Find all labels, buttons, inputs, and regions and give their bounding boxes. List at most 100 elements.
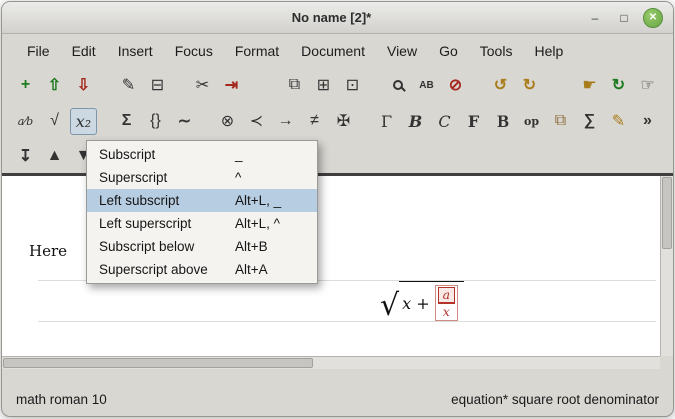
keyboard-pointer-button[interactable]: ☞ <box>634 72 661 99</box>
new-document-button[interactable]: + <box>12 72 39 99</box>
radicand: x + a x <box>399 281 464 321</box>
menu-item-subscript[interactable]: Subscript _ <box>87 143 317 166</box>
square-root-button[interactable]: √ <box>41 108 68 135</box>
menu-help[interactable]: Help <box>523 38 574 64</box>
menu-item-label: Left superscript <box>99 216 235 231</box>
fraction-numerator: a <box>438 287 455 303</box>
equation-row: √ x + a x <box>38 280 656 322</box>
menu-format[interactable]: Format <box>224 38 290 64</box>
print-button[interactable]: ⊟ <box>144 72 171 99</box>
menu-document[interactable]: Document <box>290 38 376 64</box>
paragraph-text: Here <box>29 242 67 260</box>
circled-operator-button[interactable]: ⊗ <box>214 108 241 135</box>
find-button[interactable] <box>384 72 411 99</box>
window-title: No name [2]* <box>2 10 585 25</box>
horizontal-scrollbar-thumb[interactable] <box>3 358 313 368</box>
open-document-icon: ⇧ <box>48 75 61 95</box>
misc-symbol-button[interactable]: ✠ <box>330 108 357 135</box>
fraction-button[interactable]: a⁄b <box>12 108 39 135</box>
close-button[interactable]: ✕ <box>643 8 663 28</box>
menu-edit[interactable]: Edit <box>61 38 107 64</box>
jump-start-button[interactable]: ↧ <box>12 143 39 170</box>
negation-button[interactable]: ≠ <box>301 108 328 135</box>
sum-icon: ∑ <box>584 112 595 130</box>
menu-item-subscript-below[interactable]: Subscript below Alt+B <box>87 235 317 258</box>
minimize-button[interactable]: – <box>585 8 605 28</box>
tilde-icon: ∼ <box>178 111 191 131</box>
menu-item-shortcut: Alt+A <box>235 262 305 277</box>
vertical-scrollbar-thumb[interactable] <box>662 177 672 249</box>
radical-sign: √ <box>380 291 399 321</box>
undo-button[interactable]: ↺ <box>487 72 514 99</box>
horizontal-scrollbar[interactable] <box>2 356 660 369</box>
search-icon <box>393 80 403 90</box>
operator-name-button[interactable]: op <box>518 108 545 135</box>
sigma-icon: Σ <box>122 112 132 130</box>
clipboard-button[interactable]: ⊡ <box>339 72 366 99</box>
export-button[interactable]: ⇥ <box>218 72 245 99</box>
menu-view[interactable]: View <box>376 38 428 64</box>
big-operator-button[interactable]: Σ <box>113 108 140 135</box>
cut-button[interactable]: ✂ <box>189 72 216 99</box>
menu-focus[interactable]: Focus <box>164 38 224 64</box>
menu-insert[interactable]: Insert <box>107 38 164 64</box>
status-right: equation* square root denominator <box>451 392 659 407</box>
sum-palette-button[interactable]: ∑ <box>576 108 603 135</box>
edit-tool-button[interactable]: ✎ <box>115 72 142 99</box>
save-document-icon: ⇩ <box>77 75 90 95</box>
math-edit-button[interactable]: ✎ <box>605 108 632 135</box>
brackets-button[interactable]: {} <box>142 108 169 135</box>
bold-letter-button[interactable]: B <box>402 108 429 135</box>
relation-button[interactable]: ≺ <box>243 108 270 135</box>
fraktur-letter-button[interactable]: F <box>460 108 487 135</box>
window-controls: – □ ✕ <box>585 8 673 28</box>
new-document-icon: + <box>21 76 30 94</box>
paste-button[interactable]: ⊞ <box>310 72 337 99</box>
menu-go[interactable]: Go <box>428 38 469 64</box>
right-arrow-icon: → <box>278 112 294 130</box>
menu-item-label: Subscript <box>99 147 235 162</box>
menu-item-superscript-above[interactable]: Superscript above Alt+A <box>87 258 317 281</box>
annotate-button[interactable]: ☛ <box>576 72 603 99</box>
braces-icon: {} <box>150 112 161 130</box>
maximize-button[interactable]: □ <box>614 8 634 28</box>
square-root-icon: √ <box>50 112 59 130</box>
spell-check-button[interactable]: AB <box>413 72 440 99</box>
chevron-overflow-icon: » <box>643 112 652 130</box>
wide-accent-button[interactable]: ∼ <box>171 108 198 135</box>
arrow-button[interactable]: → <box>272 108 299 135</box>
close-document-icon: ⊘ <box>449 75 462 95</box>
menu-item-left-subscript[interactable]: Left subscript Alt+L, _ <box>87 189 317 212</box>
equation-formula[interactable]: √ x + a x <box>380 281 464 321</box>
save-document-button[interactable]: ⇩ <box>70 72 97 99</box>
reload-button[interactable]: ↻ <box>605 72 632 99</box>
greek-letter-button[interactable]: Γ <box>373 108 400 135</box>
toolbar-overflow-button[interactable]: » <box>634 108 661 135</box>
focused-fraction[interactable]: a x <box>435 285 458 321</box>
vertical-scrollbar[interactable] <box>660 176 673 356</box>
previous-similar-button[interactable]: ▲ <box>41 143 68 170</box>
paste-icon: ⊞ <box>317 75 330 95</box>
bold-b-icon: B <box>409 112 423 131</box>
title-bar[interactable]: No name [2]* – □ ✕ <box>2 2 673 34</box>
copy-button[interactable]: ⧉ <box>281 72 308 99</box>
menu-item-left-superscript[interactable]: Left superscript Alt+L, ^ <box>87 212 317 235</box>
otimes-icon: ⊗ <box>221 111 234 131</box>
symbol-palette-button[interactable]: ⧉ <box>547 108 574 135</box>
main-toolbar: + ⇧ ⇩ ✎ ⊟ ✂ ⇥ ⧉ ⊞ ⊡ AB ⊘ ↺ ↻ ☛ ↻ ☞ <box>2 67 673 103</box>
menu-item-superscript[interactable]: Superscript ^ <box>87 166 317 189</box>
scripts-button[interactable]: x₂ <box>70 108 97 135</box>
spell-check-icon: AB <box>419 80 433 91</box>
close-document-button[interactable]: ⊘ <box>442 72 469 99</box>
open-document-button[interactable]: ⇧ <box>41 72 68 99</box>
menu-tools[interactable]: Tools <box>469 38 524 64</box>
redo-button[interactable]: ↻ <box>516 72 543 99</box>
copy-icon: ⧉ <box>289 76 300 94</box>
menu-item-label: Subscript below <box>99 239 235 254</box>
calligraphic-letter-button[interactable]: C <box>431 108 458 135</box>
blackboard-letter-button[interactable]: B <box>489 108 516 135</box>
export-icon: ⇥ <box>225 75 238 95</box>
menu-file[interactable]: File <box>16 38 61 64</box>
menu-bar: File Edit Insert Focus Format Document V… <box>2 34 673 67</box>
fraction-icon: a⁄b <box>18 115 33 128</box>
